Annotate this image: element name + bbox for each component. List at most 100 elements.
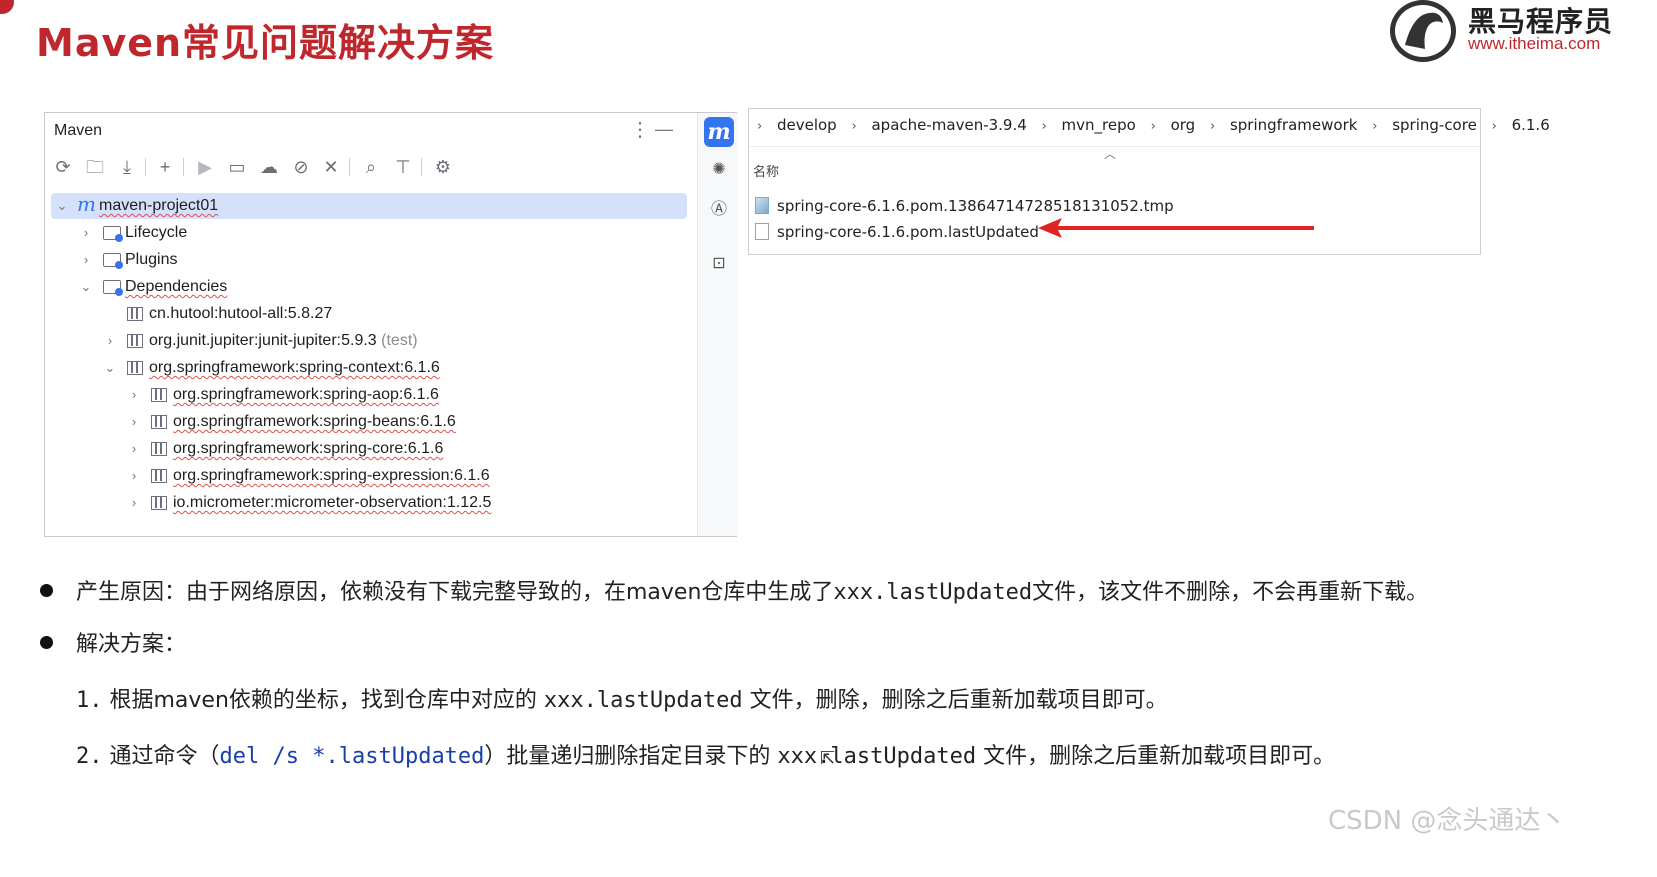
tree-label: org.springframework:spring-expression:6.… xyxy=(173,467,490,484)
step-mid: ）批量递归删除指定目录下的 xyxy=(484,744,778,769)
reload-icon[interactable]: ⟳ xyxy=(51,155,75,179)
tree-row-dependency[interactable]: ⌄ org.springframework:spring-context:6.1… xyxy=(51,355,691,381)
step-1: 1. 根据maven依赖的坐标，找到仓库中对应的 xxx.lastUpdated… xyxy=(76,682,1168,714)
step-2: 2. 通过命令（del /s *.lastUpdated）批量递归删除指定目录下… xyxy=(76,738,1335,770)
chevron-down-icon[interactable]: ⌄ xyxy=(55,193,69,219)
chevron-right-icon: › xyxy=(851,119,857,134)
chevron-right-icon[interactable]: › xyxy=(127,409,141,435)
folder-icon xyxy=(103,280,123,296)
horse-logo-icon xyxy=(1390,0,1456,62)
ai-assistant-icon[interactable]: Ⓐ xyxy=(708,199,730,221)
tree-row-dependency[interactable]: › org.springframework:spring-aop:6.1.6 xyxy=(51,382,691,408)
library-icon xyxy=(151,469,167,483)
chevron-down-icon[interactable]: ⌄ xyxy=(103,355,117,381)
tree-label: Lifecycle xyxy=(125,224,188,241)
add-project-icon[interactable]: 🗀 xyxy=(83,155,107,179)
download-icon[interactable]: ⤓ xyxy=(115,155,139,179)
file-row[interactable]: spring-core-6.1.6.pom.lastUpdated xyxy=(755,220,1039,244)
plus-icon[interactable]: + xyxy=(153,155,177,179)
toolbar-divider xyxy=(349,158,350,176)
bullet-dot xyxy=(40,636,53,649)
toolbar-divider xyxy=(421,158,422,176)
chevron-right-icon[interactable]: › xyxy=(79,220,93,246)
chevron-right-icon[interactable]: › xyxy=(127,382,141,408)
skip-tests-icon[interactable]: ⊘ xyxy=(289,155,313,179)
breadcrumb-item[interactable]: springframework xyxy=(1230,116,1357,134)
chevron-right-icon[interactable]: › xyxy=(79,247,93,273)
chevron-right-icon[interactable]: › xyxy=(127,490,141,516)
tree-row-lifecycle[interactable]: › Lifecycle xyxy=(51,220,691,246)
folder-icon xyxy=(103,226,123,242)
dependency-coordinate: org.junit.jupiter:junit-jupiter:5.9.3 xyxy=(149,332,377,349)
tree-row-dependency[interactable]: › io.micrometer:micrometer-observation:1… xyxy=(51,490,691,516)
chevron-right-icon: › xyxy=(1150,119,1156,134)
library-icon xyxy=(151,442,167,456)
command-text: del /s *.lastUpdated xyxy=(219,744,485,769)
tree-row-dependency[interactable]: › org.springframework:spring-expression:… xyxy=(51,463,691,489)
solution-label: 解决方案： xyxy=(76,632,187,657)
settings-icon[interactable]: ⚙ xyxy=(431,155,455,179)
scope-label: (test) xyxy=(381,332,418,349)
red-arrow-annotation xyxy=(1038,218,1314,238)
collapse-icon[interactable]: ✕ xyxy=(319,155,343,179)
library-icon xyxy=(127,334,143,348)
corner-decoration xyxy=(0,0,14,14)
tree-row-dependency[interactable]: › org.junit.jupiter:junit-jupiter:5.9.3 … xyxy=(51,328,691,354)
tmp-file-icon xyxy=(755,197,769,214)
chevron-right-icon[interactable]: › xyxy=(103,328,117,354)
chevron-down-icon[interactable]: ⌄ xyxy=(79,274,93,300)
maven-toolbar: ⟳ 🗀 ⤓ + ▶ ▭ ☁ ⊘ ✕ ⌕ ⊤ ⚙ xyxy=(51,155,491,181)
tree-row-project[interactable]: ⌄ m maven-project01 xyxy=(51,192,687,219)
breadcrumb-item[interactable]: mvn_repo xyxy=(1062,116,1136,134)
tree-row-plugins[interactable]: › Plugins xyxy=(51,247,691,273)
show-dependencies-icon[interactable]: ⊤ xyxy=(391,155,415,179)
minimize-icon[interactable]: — xyxy=(655,119,673,140)
chevron-right-icon[interactable]: › xyxy=(127,436,141,462)
tree-row-dependency[interactable]: › org.springframework:spring-beans:6.1.6 xyxy=(51,409,691,435)
column-header-name[interactable]: 名称 xyxy=(753,161,779,180)
toolbar-divider xyxy=(145,158,146,176)
step-number: 1. xyxy=(76,688,103,713)
offline-icon[interactable]: ☁ xyxy=(257,155,281,179)
breadcrumb-item[interactable]: apache-maven-3.9.4 xyxy=(871,116,1026,134)
file-name: spring-core-6.1.6.pom.138647147285181310… xyxy=(777,197,1174,215)
library-icon xyxy=(151,415,167,429)
tree-row-dependency[interactable]: cn.hutool:hutool-all:5.8.27 xyxy=(51,301,691,327)
maven-tool-icon[interactable]: m xyxy=(704,117,734,147)
file-row[interactable]: spring-core-6.1.6.pom.138647147285181310… xyxy=(755,194,1174,218)
maven-project-icon: m xyxy=(77,192,96,216)
analyze-icon[interactable]: ⌕ xyxy=(359,155,383,179)
chevron-right-icon[interactable]: › xyxy=(127,463,141,489)
step-number: 2. xyxy=(76,744,103,769)
run-icon[interactable]: ▶ xyxy=(193,155,217,179)
tree-label: cn.hutool:hutool-all:5.8.27 xyxy=(149,305,333,322)
notifications-icon[interactable]: ✺ xyxy=(708,159,730,181)
step-suffix: 文件，删除，删除之后重新加载项目即可。 xyxy=(742,688,1168,713)
brand-logo: 黑马程序员 www.itheima.com xyxy=(1390,0,1650,64)
toolbar-divider xyxy=(183,158,184,176)
breadcrumb-item[interactable]: org xyxy=(1171,116,1196,134)
bookmarks-icon[interactable]: ⊡ xyxy=(708,253,730,275)
chevron-right-icon: › xyxy=(1209,119,1216,134)
tree-label: Dependencies xyxy=(125,278,228,295)
breadcrumb-item[interactable]: spring-core xyxy=(1392,116,1477,134)
tree-label: io.micrometer:micrometer-observation:1.1… xyxy=(173,494,492,511)
maven-tool-window: Maven ⋮ — ⟳ 🗀 ⤓ + ▶ ▭ ☁ ⊘ ✕ ⌕ ⊤ ⚙ ⌄ m ma… xyxy=(44,112,738,537)
more-options-icon[interactable]: ⋮ xyxy=(630,117,650,142)
breadcrumb-item[interactable]: 6.1.6 xyxy=(1512,116,1550,134)
tree-label: org.springframework:spring-core:6.1.6 xyxy=(173,440,444,457)
page-title: Maven常见问题解决方案 xyxy=(36,21,495,65)
library-icon xyxy=(127,307,143,321)
cause-suffix: 文件，该文件不删除，不会再重新下载。 xyxy=(1032,580,1429,605)
tool-window-sidebar: m ✺ Ⓐ ⊡ xyxy=(697,113,738,536)
tree-row-dependency[interactable]: › org.springframework:spring-core:6.1.6 xyxy=(51,436,691,462)
breadcrumb-item[interactable]: develop xyxy=(777,116,837,134)
brand-url: www.itheima.com xyxy=(1468,34,1601,53)
tree-label: org.springframework:spring-context:6.1.6 xyxy=(149,359,440,376)
library-icon xyxy=(151,496,167,510)
tree-label: org.junit.jupiter:junit-jupiter:5.9.3 (t… xyxy=(149,328,418,354)
chevron-right-icon: › xyxy=(1372,119,1378,134)
tree-row-dependencies[interactable]: ⌄ Dependencies xyxy=(51,274,691,300)
execute-goal-icon[interactable]: ▭ xyxy=(225,155,249,179)
cause-prefix: 产生原因：由于网络原因，依赖没有下载完整导致的，在maven仓库中生成了 xyxy=(76,580,834,605)
